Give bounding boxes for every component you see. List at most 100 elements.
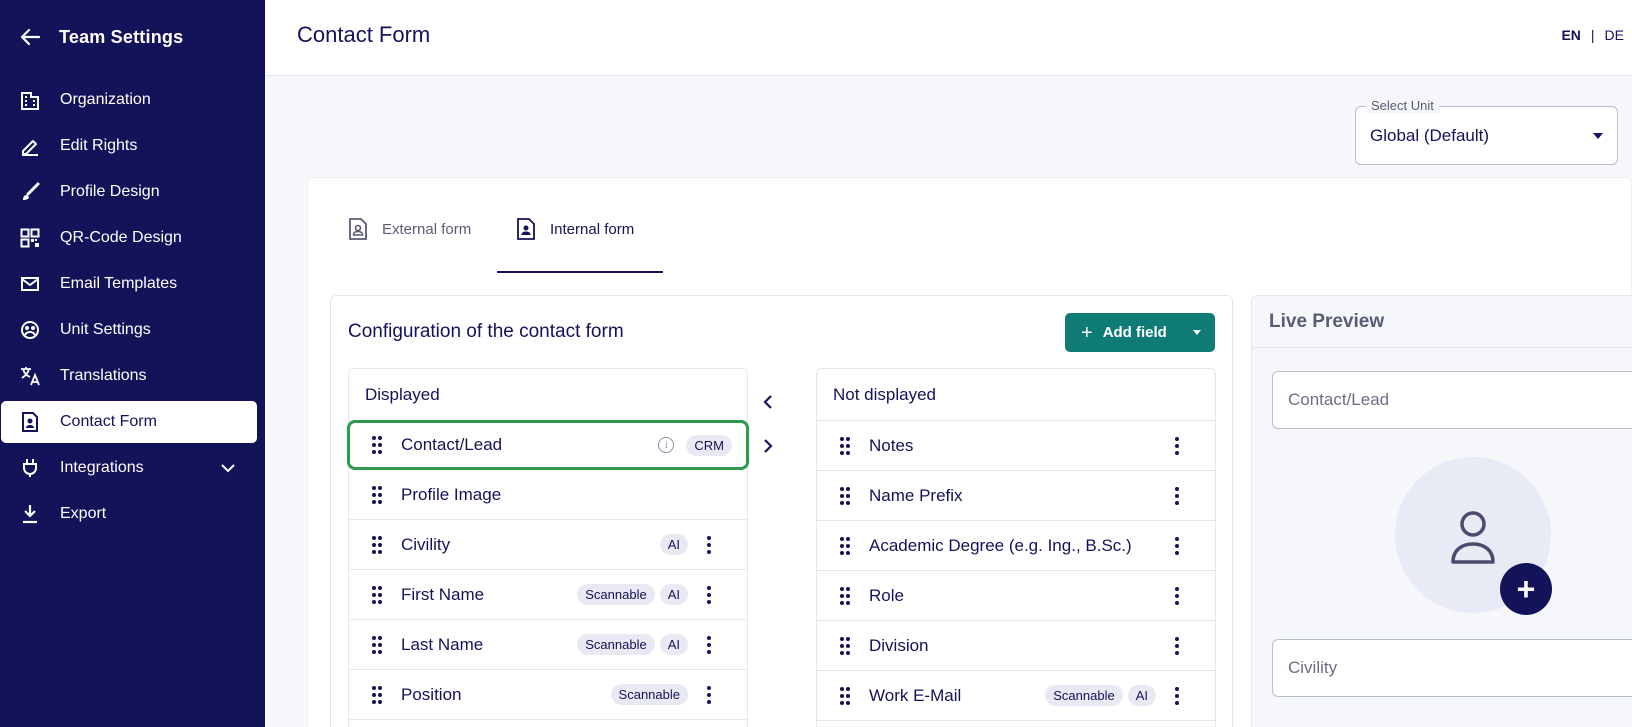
field-label: First Name (401, 584, 485, 604)
field-row-work-email[interactable]: Work E-Mail Scannable AI (817, 671, 1215, 721)
tab-internal-form[interactable]: Internal form (516, 218, 634, 270)
sidebar-item-translations[interactable]: Translations (1, 355, 257, 397)
field-row-division[interactable]: Division (817, 621, 1215, 671)
sidebar-item-label: Unit Settings (60, 321, 151, 338)
chevron-down-icon[interactable] (219, 459, 237, 477)
preview-civility-input[interactable]: Civility (1272, 639, 1632, 697)
add-field-button[interactable]: + Add field (1065, 313, 1215, 352)
badge-scannable: Scannable (577, 584, 655, 605)
drag-handle-icon[interactable] (371, 535, 385, 555)
field-label: Civility (401, 534, 451, 554)
kebab-menu-icon[interactable] (1169, 486, 1185, 506)
field-label: Division (869, 635, 929, 655)
building-icon (19, 89, 41, 111)
drag-handle-icon[interactable] (839, 486, 853, 506)
drag-handle-icon[interactable] (371, 585, 385, 605)
drag-handle-icon[interactable] (371, 485, 385, 505)
main-card: External form Internal form Configuratio… (307, 177, 1632, 727)
field-row-academic-degree[interactable]: Academic Degree (e.g. Ing., B.Sc.) (817, 521, 1215, 571)
kebab-menu-icon[interactable] (701, 685, 717, 705)
sidebar-item-label: Integrations (60, 459, 144, 476)
sidebar-title: Team Settings (59, 26, 184, 47)
sidebar-item-unit-settings[interactable]: Unit Settings (1, 309, 257, 351)
field-label: Position (401, 684, 462, 704)
field-label: Contact/Lead (401, 435, 503, 454)
kebab-menu-icon[interactable] (701, 535, 717, 555)
edit-pen-icon (19, 135, 41, 157)
active-tab-indicator (497, 271, 663, 273)
badge-scannable: Scannable (1045, 685, 1123, 706)
displayed-header: Displayed (349, 369, 747, 421)
sidebar-item-qr-code-design[interactable]: QR-Code Design (1, 217, 257, 259)
sidebar-item-edit-rights[interactable]: Edit Rights (1, 125, 257, 167)
drag-handle-icon[interactable] (839, 536, 853, 556)
drag-handle-icon[interactable] (839, 436, 853, 456)
kebab-menu-icon[interactable] (1169, 686, 1185, 706)
info-icon[interactable]: i (658, 437, 675, 453)
kebab-menu-icon[interactable] (1169, 536, 1185, 556)
sidebar-item-contact-form[interactable]: Contact Form (1, 401, 257, 443)
badge-ai: AI (659, 634, 688, 655)
back-arrow-icon[interactable] (19, 26, 41, 48)
badge-ai: AI (659, 584, 688, 605)
live-preview-panel: Live Preview Contact/Lead + Civility (1251, 295, 1632, 727)
kebab-menu-icon[interactable] (1169, 586, 1185, 606)
field-label: Name Prefix (869, 485, 963, 505)
form-icon (348, 218, 370, 242)
lang-en[interactable]: EN (1561, 27, 1580, 43)
field-row-contact-lead[interactable]: Contact/Lead i CRM (347, 420, 749, 470)
drag-handle-icon[interactable] (839, 686, 853, 706)
tab-external-form[interactable]: External form (348, 218, 471, 270)
sidebar-item-label: Translations (60, 367, 147, 384)
preview-contact-lead-input[interactable]: Contact/Lead (1272, 371, 1632, 429)
drag-handle-icon[interactable] (371, 435, 385, 455)
kebab-menu-icon[interactable] (701, 585, 717, 605)
not-displayed-column: Not displayed Notes Name Prefix Academic… (816, 368, 1216, 727)
field-row-civility[interactable]: Civility AI (349, 520, 747, 570)
tab-label: Internal form (550, 221, 635, 238)
add-photo-button[interactable]: + (1500, 563, 1552, 615)
field-row-name-prefix[interactable]: Name Prefix (817, 471, 1215, 521)
page-title: Contact Form (297, 22, 431, 47)
contact-form-icon (19, 411, 41, 433)
sidebar-item-label: Contact Form (60, 413, 157, 430)
field-row-first-name[interactable]: First Name Scannable AI (349, 570, 747, 620)
sidebar-item-email-templates[interactable]: Email Templates (1, 263, 257, 305)
sidebar-item-export[interactable]: Export (1, 493, 257, 535)
move-left-arrow-icon[interactable] (758, 392, 778, 412)
lang-de[interactable]: DE (1605, 27, 1624, 43)
sidebar-item-profile-design[interactable]: Profile Design (1, 171, 257, 213)
drag-handle-icon[interactable] (839, 636, 853, 656)
field-label: Role (869, 585, 904, 605)
sidebar-item-integrations[interactable]: Integrations (1, 447, 257, 489)
kebab-menu-icon[interactable] (701, 635, 717, 655)
drag-handle-icon[interactable] (371, 635, 385, 655)
field-row-profile-image[interactable]: Profile Image (349, 470, 747, 520)
form-icon (516, 218, 538, 242)
field-label: Last Name (401, 634, 484, 654)
field-row-notes[interactable]: Notes (817, 421, 1215, 471)
configuration-title: Configuration of the contact form (348, 321, 624, 342)
drag-handle-icon[interactable] (839, 586, 853, 606)
sidebar-item-organization[interactable]: Organization (1, 79, 257, 121)
sidebar-header: Team Settings (0, 18, 265, 56)
sidebar-item-label: Profile Design (60, 183, 160, 200)
caret-down-icon (1593, 133, 1603, 139)
drag-handle-icon[interactable] (371, 685, 385, 705)
unit-settings-icon (19, 319, 41, 341)
kebab-menu-icon[interactable] (1169, 436, 1185, 456)
move-right-arrow-icon[interactable] (758, 436, 778, 456)
lang-separator: | (1590, 27, 1595, 43)
sidebar-item-label: Email Templates (60, 275, 178, 292)
person-icon (1450, 510, 1496, 569)
badge-scannable: Scannable (577, 634, 655, 655)
select-unit-dropdown[interactable]: Select Unit Global (Default) (1355, 98, 1618, 165)
preview-field-label: Contact/Lead (1288, 390, 1390, 409)
field-row-last-name[interactable]: Last Name Scannable AI (349, 620, 747, 670)
field-row-position[interactable]: Position Scannable (349, 670, 747, 720)
field-row-role[interactable]: Role (817, 571, 1215, 621)
badge-scannable: Scannable (610, 684, 688, 705)
avatar-placeholder: + (1395, 457, 1552, 615)
sidebar-item-label: Export (60, 505, 107, 522)
kebab-menu-icon[interactable] (1169, 636, 1185, 656)
